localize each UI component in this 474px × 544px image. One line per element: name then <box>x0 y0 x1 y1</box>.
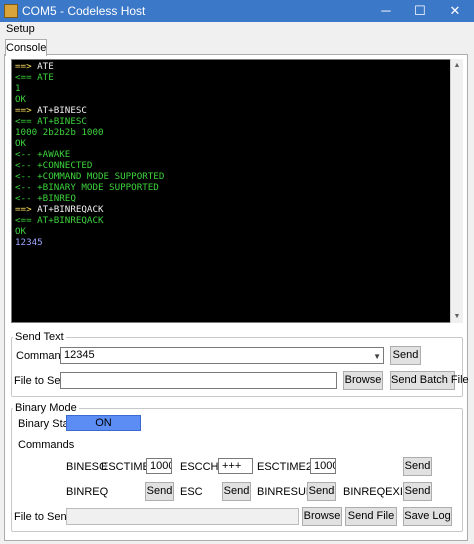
console-line: ==> AT+BINREQACK <box>15 204 104 215</box>
console-line: 12345 <box>15 237 43 248</box>
menu-bar: Setup <box>0 22 474 38</box>
binary-browse-button[interactable]: Browse <box>302 507 342 526</box>
console-line: <-- +BINARY MODE SUPPORTED <box>15 182 159 193</box>
console-line: OK <box>15 138 27 149</box>
esctime1-input[interactable]: 1000 <box>146 458 172 474</box>
commands-label: Commands <box>18 439 75 451</box>
window-title: COM5 - Codeless Host <box>22 4 146 18</box>
console-line: 1 <box>15 83 21 94</box>
save-log-button[interactable]: Save Log <box>403 507 452 526</box>
console-line: <-- +AWAKE <box>15 149 71 160</box>
console-line: <== ATE <box>15 72 54 83</box>
command-value: 12345 <box>64 349 95 361</box>
console-line: OK <box>15 94 27 105</box>
binreq-send-button[interactable]: Send <box>145 482 174 501</box>
esc-label: ESC <box>180 486 203 498</box>
tab-console[interactable]: Console <box>5 39 47 56</box>
command-select[interactable]: 12345 ▼ <box>60 347 384 364</box>
console-line: <-- +CONNECTED <box>15 160 93 171</box>
binreqexit-send-button[interactable]: Send <box>403 482 432 501</box>
console-line: <== AT+BINREQACK <box>15 215 104 226</box>
console-line: ==> AT+BINESC <box>15 105 87 116</box>
binreq-label: BINREQ <box>66 486 109 498</box>
console-scrollbar[interactable]: ▲ ▼ <box>450 59 463 323</box>
binary-mode-group-label: Binary Mode <box>13 402 79 414</box>
esc-send-button[interactable]: Send <box>222 482 251 501</box>
app-icon <box>4 4 18 18</box>
binesc-send-button[interactable]: Send <box>403 457 432 476</box>
scroll-up-arrow-icon[interactable]: ▲ <box>451 59 463 72</box>
console-line: ==> ATE <box>15 61 54 72</box>
console-line: <== AT+BINESC <box>15 116 87 127</box>
browse-button[interactable]: Browse <box>343 371 383 390</box>
console-line: <-- +BINREQ <box>15 193 76 204</box>
scroll-down-arrow-icon[interactable]: ▼ <box>451 310 463 323</box>
escchar-input[interactable]: +++ <box>218 458 253 474</box>
console-line: <-- +COMMAND MODE SUPPORTED <box>15 171 165 182</box>
esctime2-label: ESCTIME2 <box>257 461 313 473</box>
send-batch-file-button[interactable]: Send Batch File <box>390 371 469 390</box>
chevron-down-icon[interactable]: ▼ <box>373 349 381 363</box>
send-file-button[interactable]: Send File <box>345 507 397 526</box>
command-send-button[interactable]: Send <box>390 346 421 365</box>
binresume-send-button[interactable]: Send <box>307 482 336 501</box>
esctime2-input[interactable]: 1000 <box>310 458 336 474</box>
close-button[interactable]: ✕ <box>440 0 470 22</box>
minimize-button[interactable]: ─ <box>371 0 401 22</box>
menu-setup[interactable]: Setup <box>6 23 35 35</box>
binreqexit-label: BINREQEXIT <box>343 486 410 498</box>
binary-state-indicator: ON <box>66 415 141 431</box>
console-output[interactable]: ==> ATE <== ATE 1 OK ==> AT+BINESC <== AT+BIN… <box>11 59 463 323</box>
title-bar: COM5 - Codeless Host ─ ☐ ✕ <box>0 0 474 22</box>
binary-file-to-send-input[interactable] <box>66 508 299 525</box>
maximize-button[interactable]: ☐ <box>405 0 435 22</box>
console-text: ==> ATE <== ATE 1 OK ==> AT+BINESC <== AT+BIN… <box>15 61 164 248</box>
console-line: 1000 2b2b2b 1000 <box>15 127 104 138</box>
binary-file-to-send-label: File to Send <box>14 511 73 523</box>
console-line: OK <box>15 226 27 237</box>
send-text-group-label: Send Text <box>13 331 66 343</box>
file-to-send-input[interactable] <box>60 372 337 389</box>
